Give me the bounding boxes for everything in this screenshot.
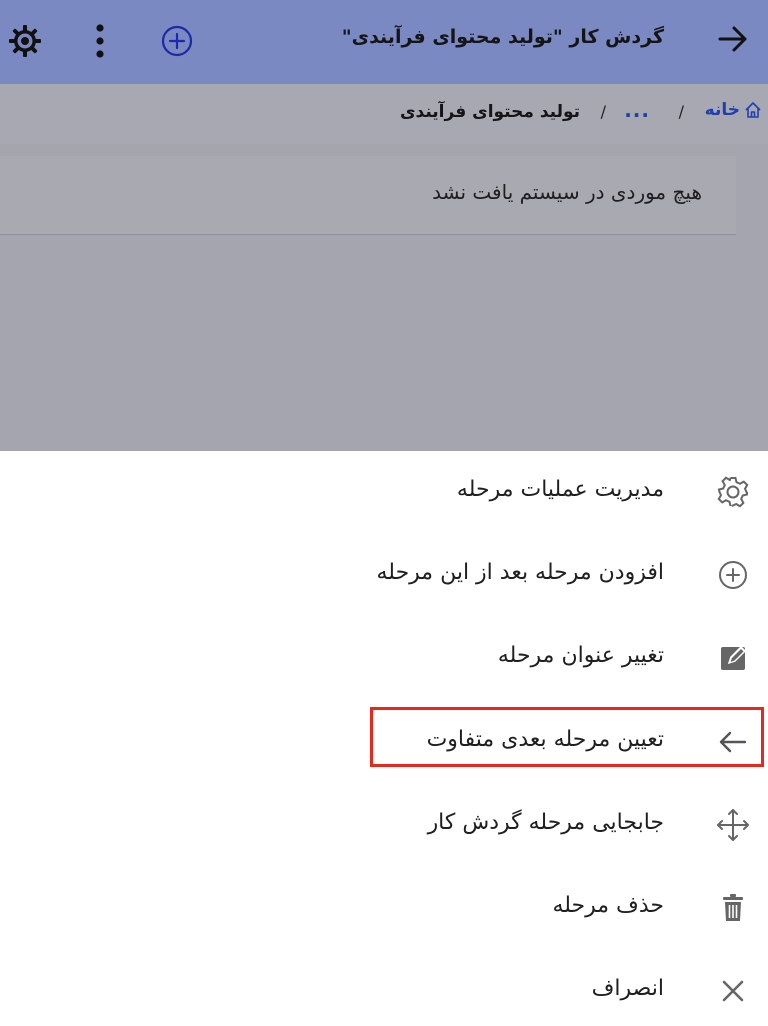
close-icon: [722, 980, 744, 1002]
more-vertical-icon[interactable]: [84, 22, 116, 60]
menu-item-label: تغییر عنوان مرحله: [497, 643, 664, 668]
menu-item-cancel[interactable]: انصراف: [0, 956, 768, 1026]
highlight-box: [370, 707, 764, 767]
plus-circle-icon: [719, 561, 747, 589]
plus-circle-icon[interactable]: [160, 24, 194, 58]
menu-item-manage-operations[interactable]: مدیریت عملیات مرحله: [0, 457, 768, 527]
app-header: گردش کار "تولید محتوای فرآیندی": [0, 0, 768, 84]
menu-item-add-next-step[interactable]: افزودن مرحله بعد از این مرحله: [0, 540, 768, 610]
menu-item-label: حذف مرحله: [552, 893, 664, 918]
content-area: هیچ موردی در سیستم یافت نشد: [0, 144, 768, 451]
home-icon: [745, 102, 761, 118]
gear-icon: [717, 476, 749, 508]
breadcrumb-home[interactable]: خانه: [705, 100, 762, 120]
breadcrumb-home-label: خانه: [704, 100, 740, 120]
breadcrumb: خانه / ... / تولید محتوای فرآیندی: [0, 84, 768, 144]
breadcrumb-ellipsis[interactable]: ...: [624, 98, 650, 122]
empty-state-card: هیچ موردی در سیستم یافت نشد: [0, 156, 736, 235]
breadcrumb-current: تولید محتوای فرآیندی: [399, 102, 580, 122]
menu-item-rename-step[interactable]: تغییر عنوان مرحله: [0, 623, 768, 693]
trash-icon: [723, 894, 743, 921]
menu-item-label: انصراف: [591, 976, 664, 1001]
empty-state-message: هیچ موردی در سیستم یافت نشد: [432, 180, 702, 204]
action-sheet: مدیریت عملیات مرحله افزودن مرحله بعد از …: [0, 451, 768, 1024]
breadcrumb-separator: /: [600, 102, 606, 121]
menu-item-label: مدیریت عملیات مرحله: [456, 477, 664, 502]
gear-icon[interactable]: [8, 24, 42, 58]
page-title: گردش کار "تولید محتوای فرآیندی": [341, 26, 664, 48]
move-icon: [717, 809, 749, 841]
menu-item-label: جابجایی مرحله گردش کار: [427, 810, 664, 835]
menu-item-move-step[interactable]: جابجایی مرحله گردش کار: [0, 790, 768, 860]
arrow-right-icon[interactable]: [716, 22, 750, 56]
menu-item-delete-step[interactable]: حذف مرحله: [0, 873, 768, 943]
breadcrumb-separator: /: [678, 102, 684, 121]
edit-icon: [721, 645, 747, 670]
menu-item-label: افزودن مرحله بعد از این مرحله: [376, 560, 664, 585]
